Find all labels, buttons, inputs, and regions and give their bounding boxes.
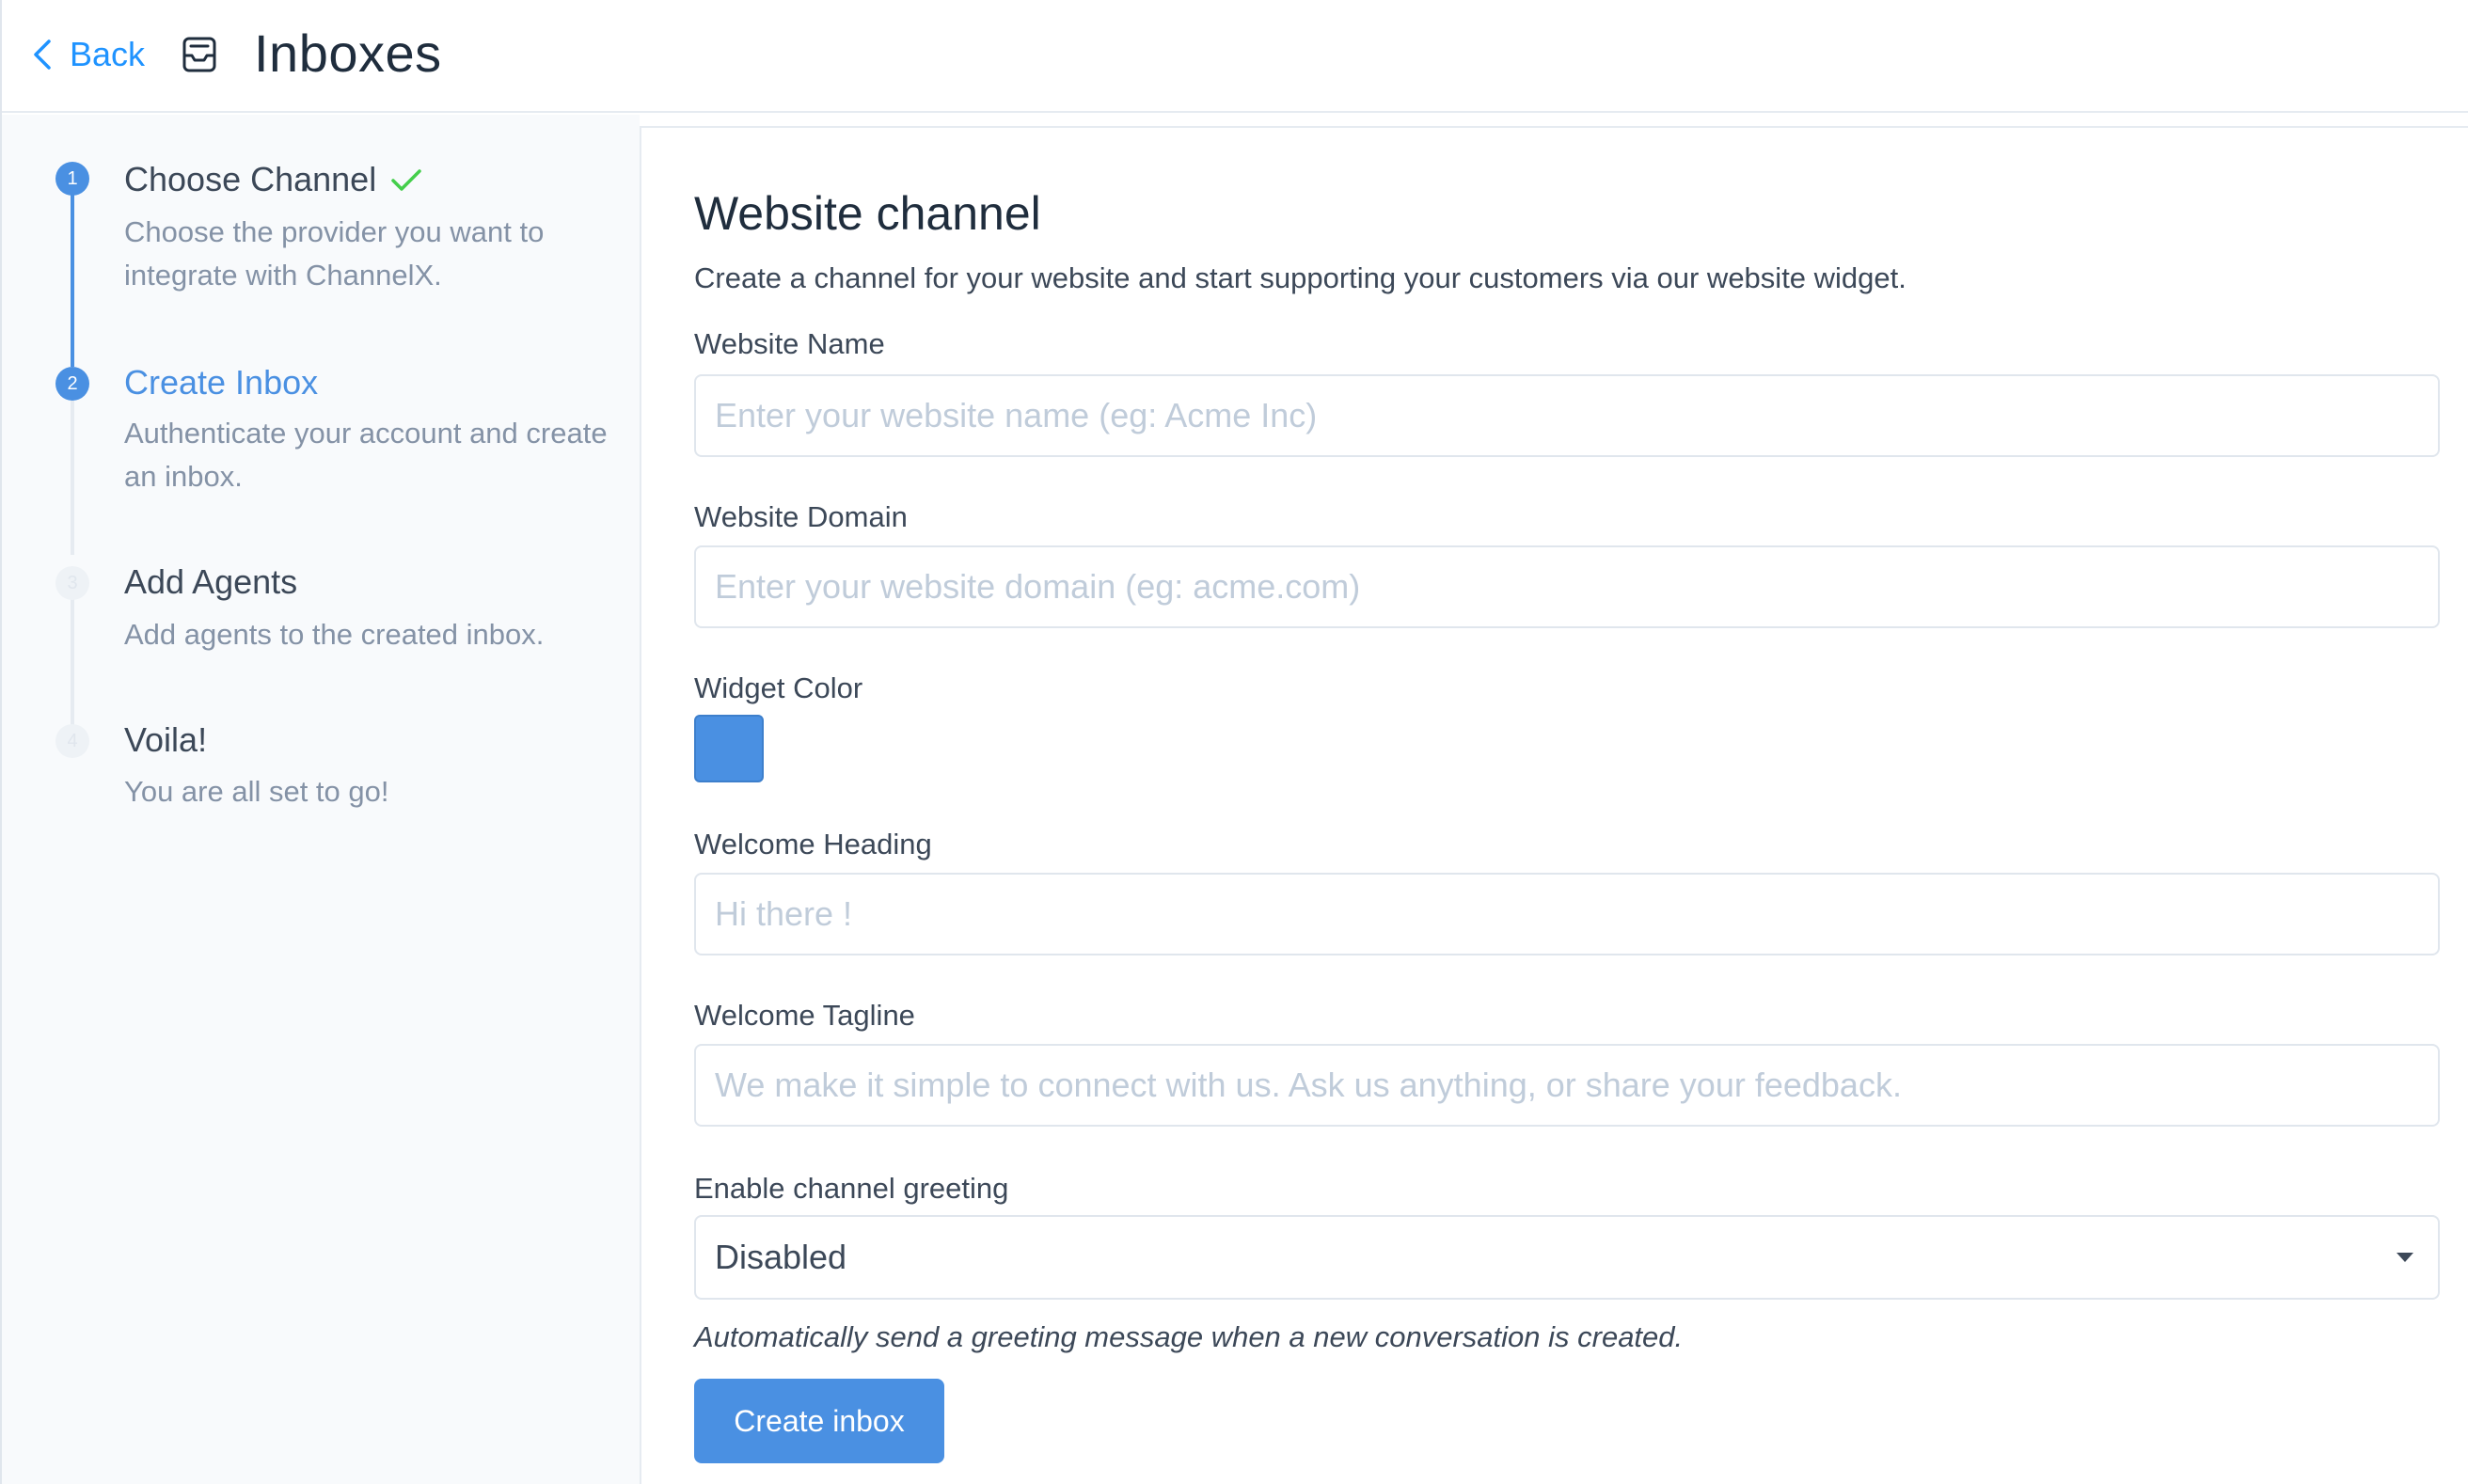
wizard-sidebar: 1 Choose Channel Choose the provider you… <box>2 115 640 1484</box>
widget-color-label: Widget Color <box>694 671 863 704</box>
form-title: Website channel <box>694 187 1041 240</box>
step-title: Create Inbox <box>124 363 319 402</box>
page-title: Inboxes <box>254 24 442 83</box>
step-title: Add Agents <box>124 562 298 601</box>
step-description: You are all set to go! <box>124 775 389 808</box>
page-header: Back Inboxes <box>2 0 2468 113</box>
step-description: Authenticate your account and create an … <box>124 417 608 493</box>
step-number-badge: 3 <box>55 566 89 600</box>
caret-down-icon <box>2397 1253 2413 1262</box>
app-window: Back Inboxes 1 Choose Channel Choose the… <box>0 0 2468 1484</box>
back-label: Back <box>70 35 146 73</box>
channel-greeting-select[interactable]: Disabled <box>694 1215 2440 1300</box>
channel-greeting-help: Automatically send a greeting message wh… <box>694 1320 1684 1353</box>
form-subtitle: Create a channel for your website and st… <box>694 261 1906 294</box>
step-description: Choose the provider you want to integrat… <box>124 215 545 292</box>
step-connector <box>71 179 74 367</box>
website-name-input[interactable] <box>694 374 2440 457</box>
step-connector <box>71 384 74 555</box>
step-number-badge: 2 <box>55 367 89 401</box>
create-inbox-button[interactable]: Create inbox <box>694 1379 944 1463</box>
chevron-left-icon <box>34 39 51 70</box>
inbox-icon <box>182 37 216 72</box>
website-domain-label: Website Domain <box>694 500 908 533</box>
widget-color-picker[interactable] <box>694 715 764 782</box>
website-name-label: Website Name <box>694 327 885 360</box>
step-title: Voila! <box>124 720 208 759</box>
step-title: Choose Channel <box>124 160 423 199</box>
welcome-tagline-label: Welcome Tagline <box>694 999 915 1032</box>
channel-greeting-selected: Disabled <box>715 1238 847 1276</box>
step-connector <box>71 583 74 743</box>
step-number-badge: 4 <box>55 724 89 758</box>
step-description: Add agents to the created inbox. <box>124 618 545 651</box>
welcome-tagline-input[interactable] <box>694 1044 2440 1127</box>
back-button[interactable]: Back <box>30 30 145 79</box>
check-icon <box>391 169 421 191</box>
welcome-heading-label: Welcome Heading <box>694 828 932 860</box>
channel-greeting-label: Enable channel greeting <box>694 1172 1009 1205</box>
welcome-heading-input[interactable] <box>694 873 2440 955</box>
website-domain-input[interactable] <box>694 545 2440 628</box>
step-number-badge: 1 <box>55 162 89 196</box>
website-channel-form: Website channel Create a channel for you… <box>640 126 2468 1484</box>
step-title-text: Choose Channel <box>124 160 377 198</box>
